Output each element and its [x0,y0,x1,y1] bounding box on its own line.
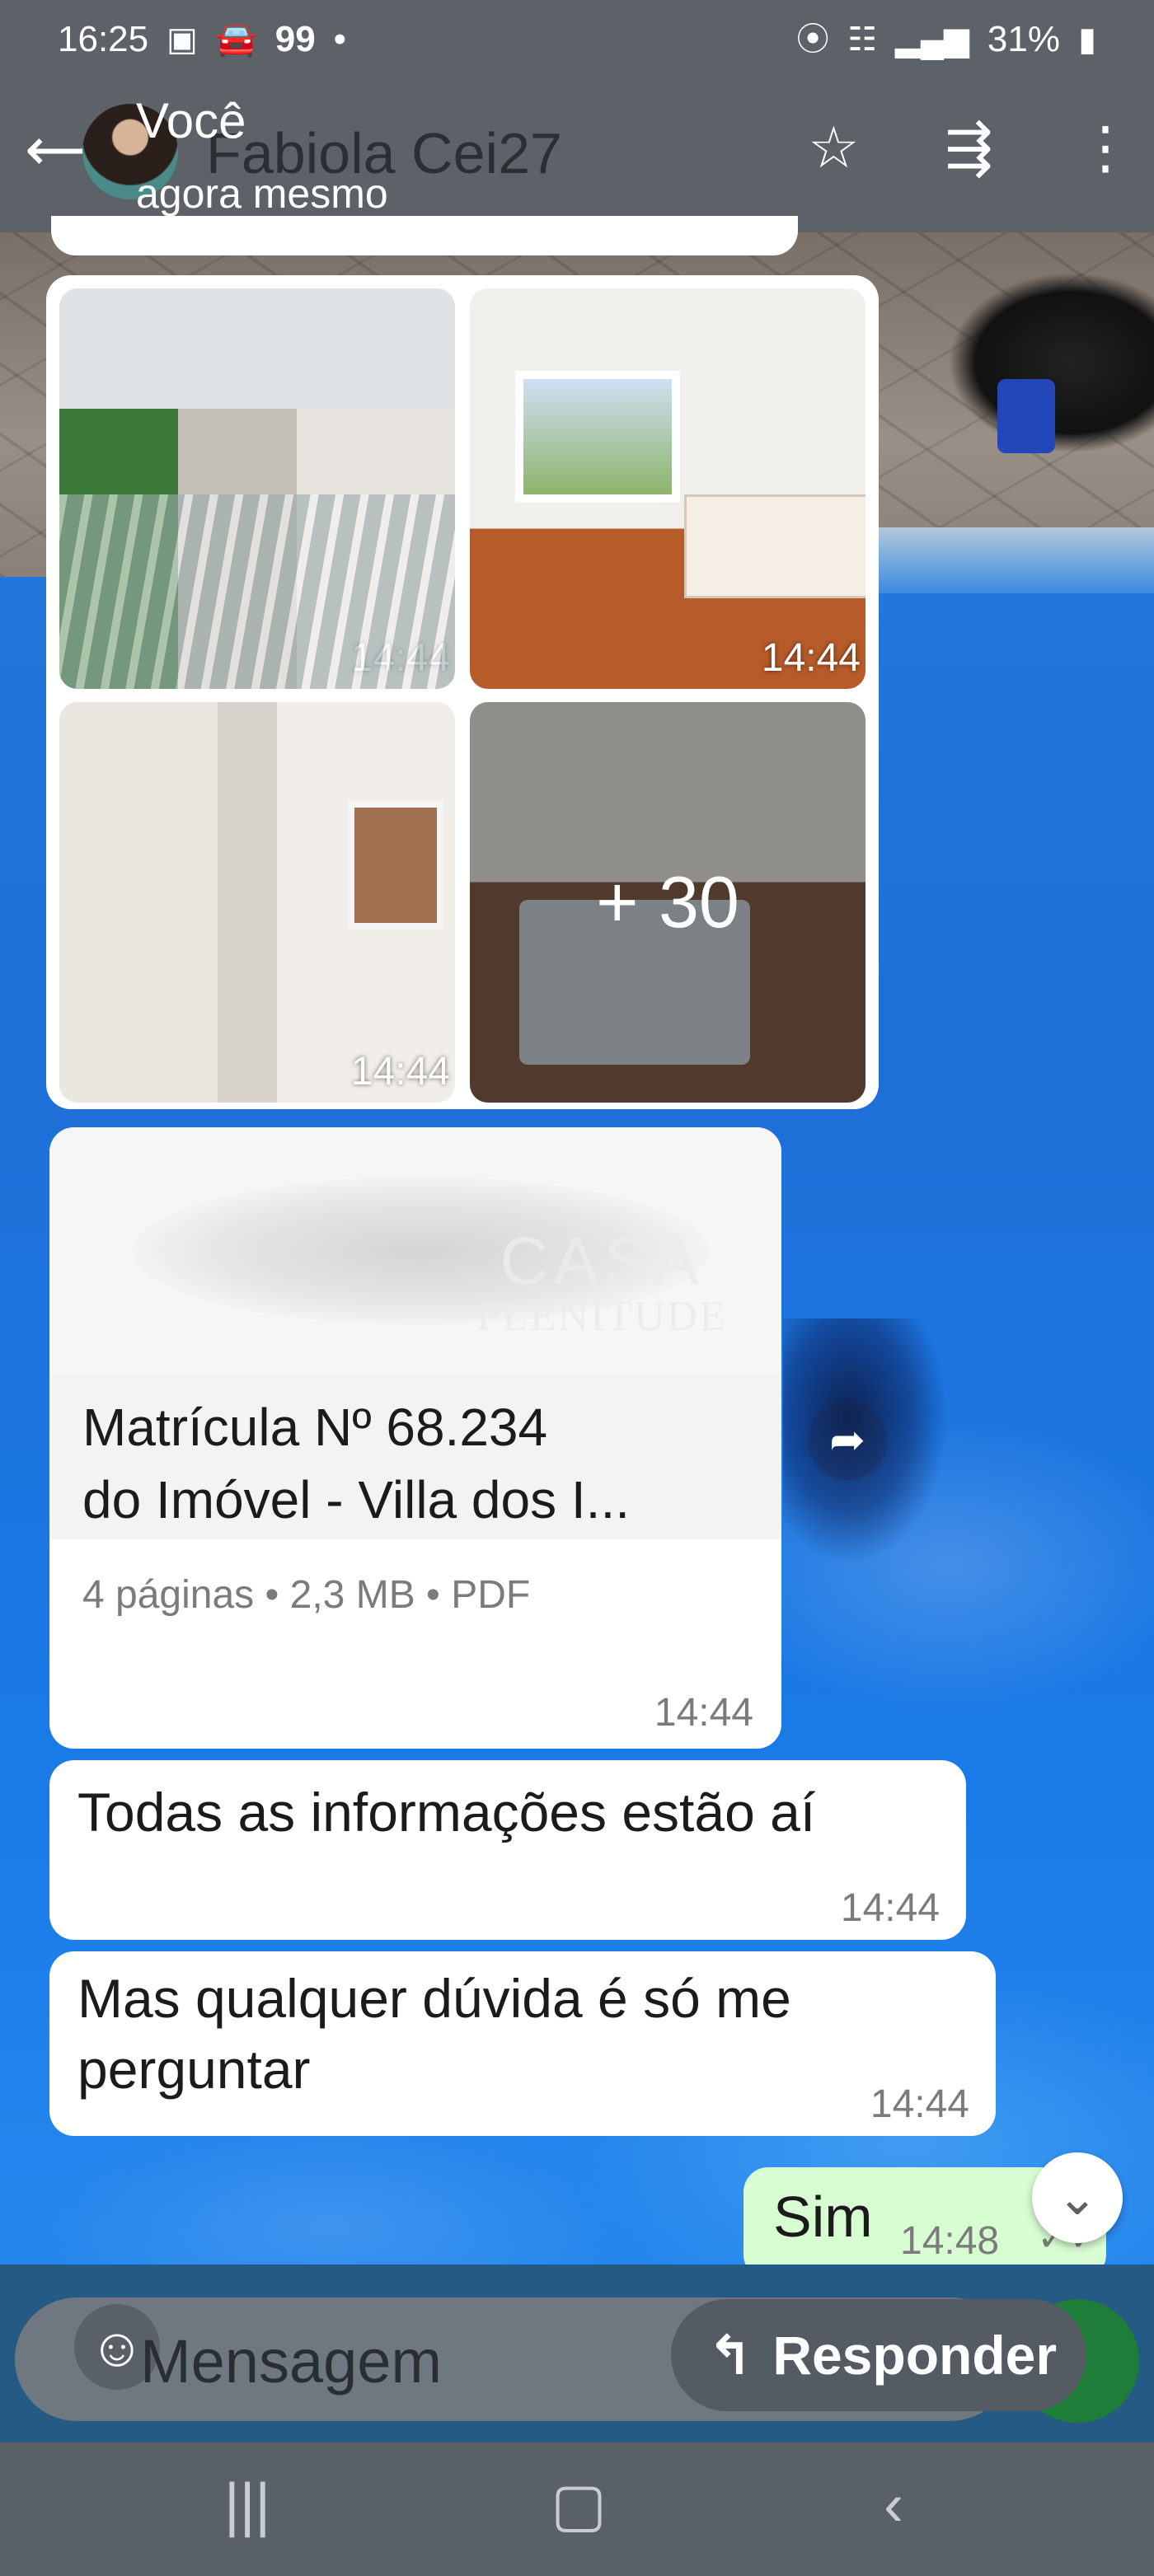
watermark-line2: PLENITUDE [476,1293,727,1340]
recent-apps-icon[interactable]: ||| [224,2475,270,2535]
car-icon: 🚘 [215,21,257,58]
battery-icon: ▮ [1077,21,1096,58]
photo-more-overlay[interactable]: + 30 [470,702,866,1103]
signal-icon: ▂▄▆ [895,21,969,58]
photo-bedroom-desk[interactable]: 14:44 [470,288,866,689]
overlay-time-label: agora mesmo [136,171,388,217]
system-nav-bar: ||| ▢ ‹ [0,2443,1154,2576]
chat-header: ⟵ Fabiola Cei27 Você agora mesmo ☆ ⇶ ⋮ [0,79,1154,232]
photo-bathroom[interactable]: 14:44 [59,702,455,1103]
scroll-down-icon[interactable]: ⌄ [1032,2152,1123,2243]
forward-icon[interactable]: ⇶ [945,119,993,176]
document-info: Matrícula Nº 68.234 do Imóvel - Villa do… [49,1375,781,1539]
nav-back-icon[interactable]: ‹ [884,2475,903,2535]
battery-percent: 31% [987,19,1060,59]
document-meta: 4 páginas • 2,3 MB • PDF [82,1573,531,1617]
notification-count: 99 [274,19,316,59]
message-time: 14:44 [840,1886,940,1930]
image-icon: ▣ [167,21,198,58]
incoming-message[interactable]: Todas as informações estão aí 14:44 [49,1760,966,1940]
location-icon: ⦿ [796,21,830,58]
reply-icon: ↰ [707,2324,753,2386]
message-input[interactable] [140,2316,635,2406]
document-title-line1: Matrícula Nº 68.234 [82,1398,548,1457]
message-text: Todas as informações estão aí [77,1782,816,1843]
previous-message-bubble [51,216,798,255]
message-text-line1: Mas qualquer dúvida é só me [77,1968,791,2029]
photo-time: 14:44 [350,636,450,680]
message-time: 14:44 [870,2082,969,2126]
status-time: 16:25 [58,19,149,59]
wifi-icon: ☷ [847,21,878,58]
reply-label: Responder [772,2325,1058,2386]
forward-message-icon[interactable]: ➦ [808,1401,887,1480]
reply-button[interactable]: ↰ Responder [671,2299,1086,2411]
status-bar-left: 16:25 ▣ 🚘 99 • [58,19,346,60]
overlay-sender-label: Você [136,93,246,148]
message-text-line2: perguntar [77,2039,311,2100]
document-message-bubble[interactable]: Matrícula Nº 68.234 do Imóvel - Villa do… [49,1127,781,1749]
photo-album-bubble[interactable]: 14:44 14:44 14:44 + 30 [46,275,879,1109]
message-text: Sim [773,2185,873,2249]
watermark-logo: CASA PLENITUDE [462,1228,742,1338]
watermark-line1: CASA [500,1224,704,1299]
status-bar-right: ⦿ ☷ ▂▄▆ 31% ▮ [796,19,1096,60]
document-title-line2: do Imóvel - Villa dos I... [82,1470,630,1529]
photo-balcony[interactable]: 14:44 [59,288,455,689]
status-bar: 16:25 ▣ 🚘 99 • ⦿ ☷ ▂▄▆ 31% ▮ [0,0,1154,79]
incoming-message[interactable]: Mas qualquer dúvida é só me perguntar 14… [49,1951,996,2136]
message-time: 14:44 [654,1691,753,1735]
wallpaper-pool-machine-part [997,379,1055,453]
wallpaper-pool-edge [841,527,1154,593]
more-icon[interactable]: ⋮ [1077,119,1134,176]
message-time: 14:48 [900,2219,1000,2263]
photo-time: 14:44 [761,636,861,680]
status-dot: • [333,19,347,59]
more-photos-count: + 30 [470,702,866,1103]
star-icon[interactable]: ☆ [808,119,860,176]
photo-time: 14:44 [350,1050,450,1094]
home-icon[interactable]: ▢ [551,2475,607,2535]
